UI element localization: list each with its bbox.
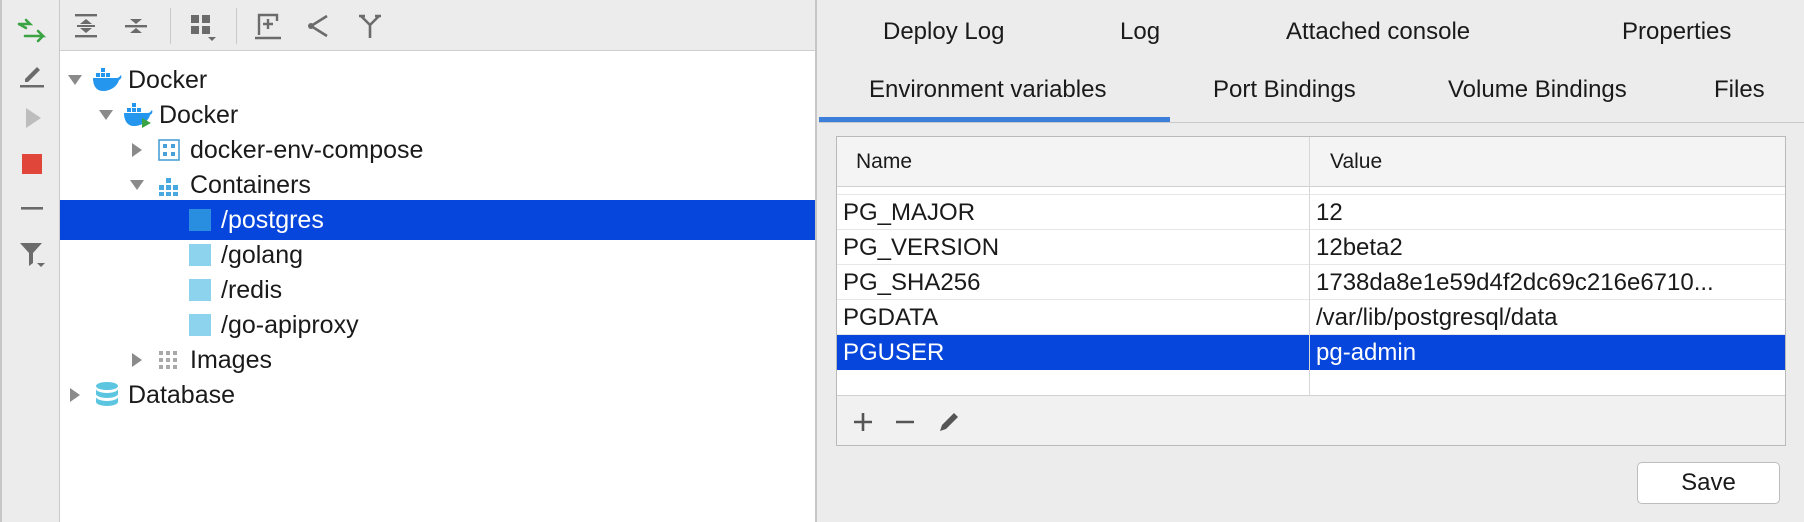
collapsed-arrow-icon[interactable]: [64, 375, 86, 415]
services-tree-panel: Docker Docker docker-env-compose Containers…: [60, 0, 817, 522]
run-icon[interactable]: [14, 100, 50, 136]
table-row[interactable]: PG_MAJOR 12: [837, 195, 1785, 230]
tab-volume-bindings[interactable]: Volume Bindings: [1448, 70, 1627, 110]
tree-toolbar: [60, 0, 815, 51]
collapse-all-icon[interactable]: [118, 8, 154, 44]
container-icon: [185, 270, 215, 310]
stop-icon[interactable]: [14, 146, 50, 182]
tree-item[interactable]: docker-env-compose: [60, 130, 815, 170]
share-icon[interactable]: [300, 8, 336, 44]
tree-item[interactable]: Docker: [60, 60, 815, 100]
column-header-name[interactable]: Name: [856, 137, 912, 187]
images-icon: [154, 340, 184, 380]
minus-icon[interactable]: [887, 404, 923, 440]
tree-item-label: /redis: [221, 276, 283, 304]
table-row[interactable]: PG_VERSION 12beta2: [837, 230, 1785, 265]
tree-item[interactable]: Images: [60, 340, 815, 380]
tree-item[interactable]: /postgres: [60, 200, 815, 240]
filter-icon[interactable]: [14, 236, 50, 272]
tree-item-label: Docker: [159, 101, 239, 129]
tree-item-label: /go-apiproxy: [221, 311, 359, 339]
column-divider[interactable]: [1309, 137, 1310, 395]
tree-item[interactable]: Database: [60, 375, 815, 415]
expanded-arrow-icon[interactable]: [64, 60, 86, 100]
group-icon[interactable]: [184, 8, 220, 44]
toolbar-separator: [236, 8, 237, 44]
details-panel: Deploy Log Log Attached console Properti…: [819, 0, 1804, 522]
column-header-value[interactable]: Value: [1330, 137, 1382, 187]
env-value: 1738da8e1e59d4f2dc69c216e6710...: [1316, 269, 1714, 296]
tree-item[interactable]: Containers: [60, 165, 815, 205]
env-value: /var/lib/postgresql/data: [1316, 304, 1558, 331]
tab-environment-variables[interactable]: Environment variables: [869, 70, 1106, 110]
tree-item[interactable]: /golang: [60, 235, 815, 275]
tree-item[interactable]: /redis: [60, 270, 815, 310]
tab-deploy-log[interactable]: Deploy Log: [883, 12, 1004, 52]
table-row[interactable]: PGUSER pg-admin: [837, 335, 1785, 370]
fork-icon[interactable]: [352, 8, 388, 44]
table-row[interactable]: PG_SHA256 1738da8e1e59d4f2dc69c216e6710..…: [837, 265, 1785, 300]
env-name: PG_MAJOR: [843, 199, 976, 226]
remove-icon[interactable]: [14, 190, 50, 226]
table-row[interactable]: PG_... ...: [837, 187, 1785, 195]
env-name: PG_VERSION: [843, 234, 1000, 261]
env-value: ...: [1316, 187, 1776, 194]
tab-log[interactable]: Log: [1120, 12, 1160, 52]
save-button[interactable]: Save: [1637, 462, 1780, 504]
collapsed-arrow-icon[interactable]: [126, 340, 148, 380]
docker-connection-icon: [123, 95, 153, 135]
toolbar-separator: [170, 8, 171, 44]
env-value: 12: [1316, 199, 1343, 226]
table-row[interactable]: PGDATA/var/lib/postgresql/data: [837, 300, 1785, 335]
edit-config-icon[interactable]: [14, 56, 50, 92]
container-icon: [185, 235, 215, 275]
database-icon: [92, 375, 122, 415]
tree-item-label: docker-env-compose: [190, 136, 424, 164]
env-name: PG_SHA256: [843, 269, 981, 296]
tree-item[interactable]: /go-apiproxy: [60, 305, 815, 345]
env-value: 12beta2: [1316, 234, 1403, 261]
containers-icon: [154, 165, 184, 205]
docker-icon: [92, 60, 122, 100]
tree-item-label: Images: [190, 346, 272, 374]
add-icon[interactable]: [845, 404, 881, 440]
table-footer-toolbar: [837, 395, 1785, 445]
tree-item-label: Containers: [190, 171, 311, 199]
add-service-icon[interactable]: [250, 8, 286, 44]
tree-item[interactable]: Docker: [60, 95, 815, 135]
collapsed-arrow-icon[interactable]: [126, 130, 148, 170]
compose-icon: [154, 130, 184, 170]
pencil-icon[interactable]: [931, 404, 967, 440]
tab-properties[interactable]: Properties: [1622, 12, 1731, 52]
tab-files[interactable]: Files: [1714, 70, 1765, 110]
tree-item-label: Docker: [128, 66, 208, 94]
tree-item-label: Database: [128, 381, 236, 409]
table-header: Name Value: [837, 137, 1785, 187]
deploy-icon[interactable]: [14, 12, 50, 48]
expanded-arrow-icon[interactable]: [95, 95, 117, 135]
container-icon: [185, 200, 215, 240]
tabs-divider: [819, 122, 1804, 123]
expanded-arrow-icon[interactable]: [126, 165, 148, 205]
environment-variables-table: Name Value PG_... ... PG_MAJOR 12 PG_VERSI…: [836, 136, 1786, 446]
env-value: pg-admin: [1316, 339, 1417, 366]
env-name: PGUSER: [843, 339, 945, 366]
expand-all-icon[interactable]: [68, 8, 104, 44]
tab-attached-console[interactable]: Attached console: [1286, 12, 1470, 52]
tab-port-bindings[interactable]: Port Bindings: [1213, 70, 1356, 110]
left-toolbar: [0, 0, 60, 522]
env-name: PGDATA: [843, 304, 939, 331]
tree-item-label: /golang: [221, 241, 304, 269]
env-name: PG_...: [843, 187, 911, 194]
container-icon: [185, 305, 215, 345]
tree-item-label: /postgres: [221, 206, 324, 234]
